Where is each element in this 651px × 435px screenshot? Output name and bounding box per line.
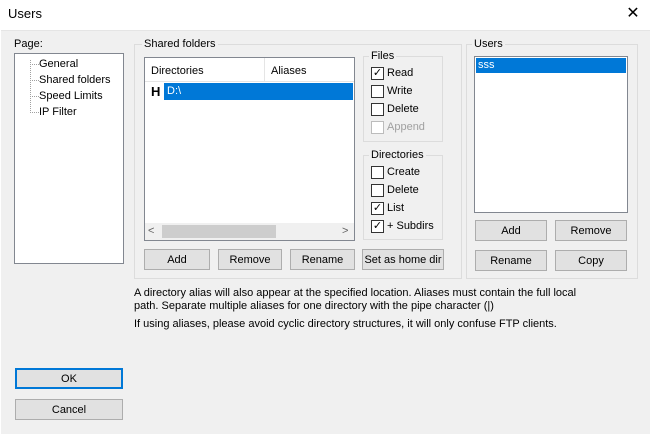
add-user-button[interactable]: Add: [475, 220, 547, 241]
append-checkbox: [371, 121, 384, 134]
set-home-dir-button[interactable]: Set as home dir: [362, 249, 444, 270]
checkmark-icon: ✓: [372, 220, 383, 232]
checkmark-icon: ✓: [372, 67, 383, 79]
add-folder-button[interactable]: Add: [144, 249, 210, 270]
col-divider: [264, 58, 265, 82]
read-checkbox[interactable]: ✓: [371, 67, 384, 80]
tree-branch: [30, 64, 39, 65]
tree-branch: [30, 96, 39, 97]
tree-item-general[interactable]: General: [39, 58, 78, 70]
rename-folder-button[interactable]: Rename: [290, 249, 355, 270]
shared-folders-title: Shared folders: [142, 38, 218, 50]
users-group-title: Users: [472, 38, 505, 50]
list-item[interactable]: [476, 58, 626, 73]
delete-dir-checkbox[interactable]: [371, 184, 384, 197]
read-label: Read: [387, 67, 414, 79]
user-name: sss: [478, 59, 495, 71]
col-directories[interactable]: Directories: [151, 65, 204, 77]
scrollbar-thumb[interactable]: [162, 225, 276, 238]
tree-item-speed-limits[interactable]: Speed Limits: [39, 90, 103, 102]
col-aliases[interactable]: Aliases: [271, 65, 306, 77]
tree-connector: [30, 60, 31, 113]
checkmark-icon: ✓: [372, 202, 383, 214]
create-dir-label: Create: [387, 166, 421, 178]
subdirs-label: + Subdirs: [387, 220, 434, 232]
users-list: [474, 56, 628, 213]
list-checkbox[interactable]: ✓: [371, 202, 384, 215]
table-row[interactable]: [164, 83, 353, 100]
close-icon[interactable]: ✕: [620, 2, 646, 26]
remove-folder-button[interactable]: Remove: [218, 249, 282, 270]
alias-warning: If using aliases, please avoid cyclic di…: [134, 318, 557, 330]
alias-info-line1: A directory alias will also appear at th…: [134, 287, 577, 299]
directories-group-title: Directories: [369, 149, 426, 161]
rename-user-button[interactable]: Rename: [475, 250, 547, 271]
scroll-left-icon[interactable]: <: [148, 225, 154, 237]
scroll-right-icon[interactable]: >: [342, 225, 348, 237]
alias-info-line2: path. Separate multiple aliases for one …: [134, 300, 494, 312]
tree-item-ip-filter[interactable]: IP Filter: [39, 106, 77, 118]
ok-button[interactable]: OK: [15, 368, 123, 389]
copy-user-button[interactable]: Copy: [555, 250, 627, 271]
delete-dir-label: Delete: [387, 184, 419, 196]
tree-item-shared-folders[interactable]: Shared folders: [39, 74, 111, 86]
cancel-button[interactable]: Cancel: [15, 399, 123, 420]
write-label: Write: [387, 85, 413, 97]
subdirs-checkbox[interactable]: ✓: [371, 220, 384, 233]
page-label: Page:: [14, 38, 43, 50]
window-title: Users: [8, 6, 42, 21]
tree-branch: [30, 80, 39, 81]
tree-branch: [30, 112, 39, 113]
row-directory: D:\: [167, 85, 182, 97]
create-dir-checkbox[interactable]: [371, 166, 384, 179]
delete-file-label: Delete: [387, 103, 419, 115]
append-label: Append: [387, 121, 425, 133]
title-bar: [0, 0, 651, 30]
remove-user-button[interactable]: Remove: [555, 220, 627, 241]
list-label: List: [387, 202, 405, 214]
home-dir-flag: H: [151, 84, 161, 99]
delete-file-checkbox[interactable]: [371, 103, 384, 116]
files-group-title: Files: [369, 50, 397, 62]
write-checkbox[interactable]: [371, 85, 384, 98]
